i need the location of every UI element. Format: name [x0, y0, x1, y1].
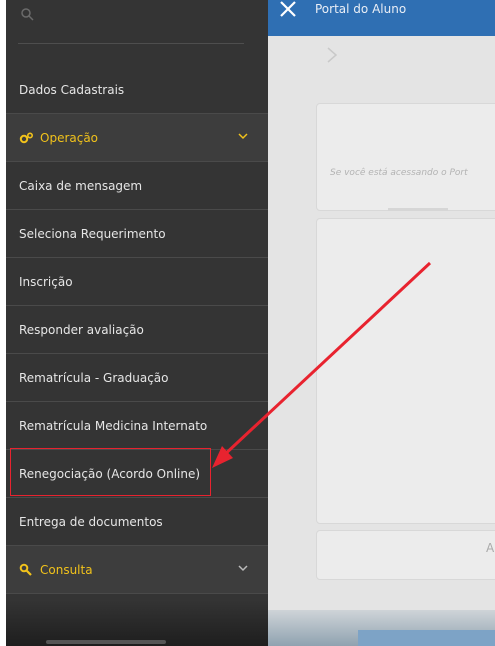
- sidebar-menu: Dados Cadastrais Operação Caixa de mensa…: [6, 66, 268, 594]
- close-icon[interactable]: [278, 0, 298, 20]
- sidebar-item-inscricao[interactable]: Inscrição: [6, 258, 268, 306]
- gears-icon: [19, 131, 35, 145]
- sidebar-item-label: Responder avaliação: [19, 322, 144, 337]
- sidebar-item-seleciona-requerimento[interactable]: Seleciona Requerimento: [6, 210, 268, 258]
- sidebar-bottom-item: [46, 640, 166, 644]
- sidebar-item-dados-cadastrais[interactable]: Dados Cadastrais: [6, 66, 268, 114]
- sidebar: Dados Cadastrais Operação Caixa de mensa…: [6, 0, 268, 646]
- sidebar-item-caixa-de-mensagem[interactable]: Caixa de mensagem: [6, 162, 268, 210]
- sidebar-item-label: Seleciona Requerimento: [19, 226, 166, 241]
- sidebar-item-rematricula-medicina[interactable]: Rematrícula Medicina Internato: [6, 402, 268, 450]
- notice-subtext: [388, 208, 448, 211]
- sidebar-item-label: Operação: [40, 130, 99, 145]
- sidebar-item-rematricula-graduacao[interactable]: Rematrícula - Graduação: [6, 354, 268, 402]
- sidebar-item-label: Rematrícula - Graduação: [19, 370, 169, 385]
- sidebar-item-label: Rematrícula Medicina Internato: [19, 418, 208, 433]
- main-content: Portal do Aluno Se você está acessando o…: [268, 0, 495, 646]
- sidebar-group-operacao[interactable]: Operação: [6, 114, 268, 162]
- sidebar-item-label: Consulta: [40, 562, 93, 577]
- sidebar-item-responder-avaliacao[interactable]: Responder avaliação: [6, 306, 268, 354]
- search-icon: [21, 8, 34, 21]
- search-icon: [19, 563, 35, 577]
- chevron-down-icon: [238, 133, 248, 140]
- notice-card: [316, 103, 495, 211]
- content-card-lower: [316, 530, 495, 580]
- content-card: [316, 218, 495, 524]
- sidebar-group-consulta[interactable]: Consulta: [6, 546, 268, 594]
- top-bar: Portal do Aluno: [268, 0, 495, 36]
- sidebar-search[interactable]: [6, 0, 268, 60]
- search-underline: [18, 43, 244, 44]
- sidebar-item-label: Inscrição: [19, 274, 73, 289]
- chevron-down-icon: [238, 565, 248, 572]
- annotation-highlight-box: [10, 448, 211, 496]
- page-title: Portal do Aluno: [315, 2, 407, 16]
- chevron-right-icon[interactable]: [326, 46, 338, 64]
- main-bottom-blue-block: [358, 630, 495, 646]
- sidebar-item-label: Caixa de mensagem: [19, 178, 143, 193]
- sidebar-item-label: Entrega de documentos: [19, 514, 163, 529]
- notice-text: Se você está acessando o Port: [330, 168, 468, 178]
- sidebar-item-entrega-de-documentos[interactable]: Entrega de documentos: [6, 498, 268, 546]
- card-partial-text: A: [486, 541, 495, 555]
- sidebar-item-label: Dados Cadastrais: [19, 82, 125, 97]
